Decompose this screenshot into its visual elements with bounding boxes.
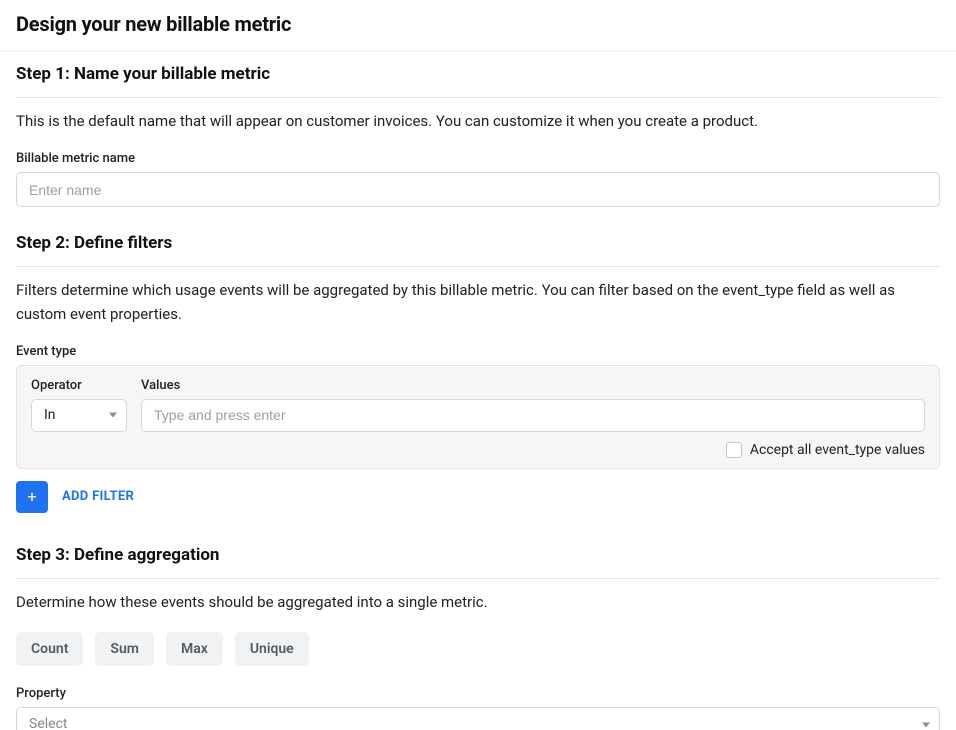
step-3-heading: Step 3: Define aggregation <box>16 545 940 579</box>
step-1: Step 1: Name your billable metric This i… <box>16 64 940 207</box>
aggregation-option-max[interactable]: Max <box>166 632 223 666</box>
step-2-heading: Step 2: Define filters <box>16 233 940 267</box>
property-label: Property <box>16 686 940 701</box>
property-select[interactable]: Select <box>16 707 940 730</box>
values-label: Values <box>141 378 925 393</box>
operator-select[interactable]: In <box>31 399 127 432</box>
metric-name-label: Billable metric name <box>16 151 940 166</box>
accept-all-checkbox[interactable] <box>726 442 742 458</box>
page-header: Design your new billable metric <box>0 0 956 52</box>
step-3-description: Determine how these events should be agg… <box>16 591 940 614</box>
values-input[interactable] <box>141 399 925 432</box>
operator-label: Operator <box>31 378 127 393</box>
content-scroll[interactable]: Step 1: Name your billable metric This i… <box>0 52 956 730</box>
plus-icon: + <box>27 489 36 505</box>
operator-value: In <box>44 407 56 423</box>
add-filter-button[interactable]: + <box>16 481 48 513</box>
metric-name-input[interactable] <box>16 172 940 207</box>
aggregation-option-sum[interactable]: Sum <box>95 632 154 666</box>
step-3: Step 3: Define aggregation Determine how… <box>16 545 940 730</box>
event-type-filter-card: Operator In Values <box>16 365 940 469</box>
aggregation-option-count[interactable]: Count <box>16 632 83 666</box>
add-filter-label[interactable]: ADD FILTER <box>62 489 134 504</box>
aggregation-option-unique[interactable]: Unique <box>235 632 309 666</box>
property-placeholder: Select <box>29 716 67 730</box>
event-type-label: Event type <box>16 344 940 359</box>
accept-all-label: Accept all event_type values <box>750 442 925 458</box>
step-1-heading: Step 1: Name your billable metric <box>16 64 940 98</box>
step-2: Step 2: Define filters Filters determine… <box>16 233 940 513</box>
step-1-description: This is the default name that will appea… <box>16 110 940 133</box>
aggregation-options: Count Sum Max Unique <box>16 632 940 666</box>
step-2-description: Filters determine which usage events wil… <box>16 279 940 326</box>
page-title: Design your new billable metric <box>16 12 940 36</box>
